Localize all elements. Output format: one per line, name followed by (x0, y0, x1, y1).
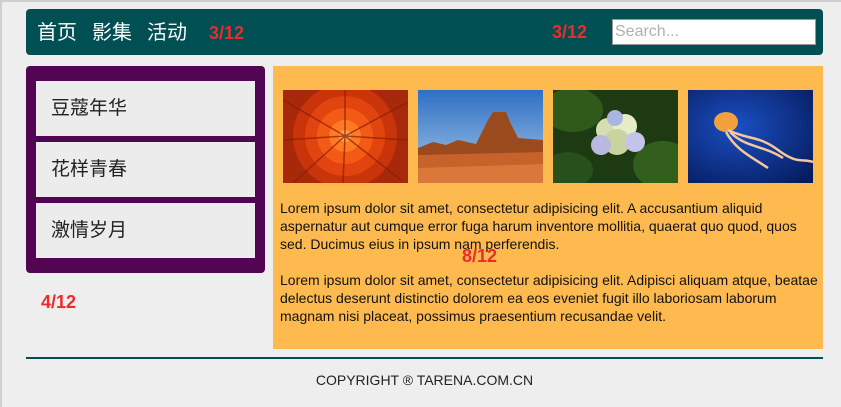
main-paragraph-1: Lorem ipsum dolor sit amet, consectetur … (280, 200, 797, 252)
header-grid-label-left: 3/12 (209, 23, 245, 43)
nav-item-albums[interactable]: 影集 (92, 20, 132, 44)
jellyfish-photo[interactable] (688, 90, 813, 183)
nav-item-events[interactable]: 活动 (147, 20, 187, 44)
nav-item-home[interactable]: 首页 (37, 20, 77, 44)
sidebar-item-bloom[interactable]: 花样青春 (36, 142, 255, 197)
footer-copyright: COPYRIGHT ® TARENA.COM.CN (315, 372, 534, 388)
main-nav: 首页 影集 活动 (37, 20, 187, 44)
red-chrysanthemum-flower-photo[interactable] (283, 90, 408, 183)
footer-divider (26, 357, 823, 359)
main-paragraph-2: Lorem ipsum dolor sit amet, consectetur … (280, 272, 818, 324)
header-grid-label-right: 3/12 (552, 22, 588, 42)
desert-canyon-photo[interactable] (418, 90, 543, 183)
header-bar: 首页 影集 活动 3/12 3/12 (26, 9, 823, 55)
search-input[interactable] (612, 19, 816, 45)
window-border-left (0, 0, 2, 407)
sidebar-item-youth[interactable]: 豆蔻年华 (36, 81, 255, 136)
main-content: Lorem ipsum dolor sit amet, consectetur … (273, 66, 823, 349)
window-border-top (0, 0, 841, 2)
hydrangea-photo[interactable] (553, 90, 678, 183)
main-grid-label: 8/12 (462, 246, 498, 266)
sidebar-item-passion[interactable]: 激情岁月 (36, 203, 255, 258)
sidebar-grid-label: 4/12 (41, 292, 77, 312)
sidebar: 豆蔻年华 花样青春 激情岁月 (26, 66, 265, 273)
